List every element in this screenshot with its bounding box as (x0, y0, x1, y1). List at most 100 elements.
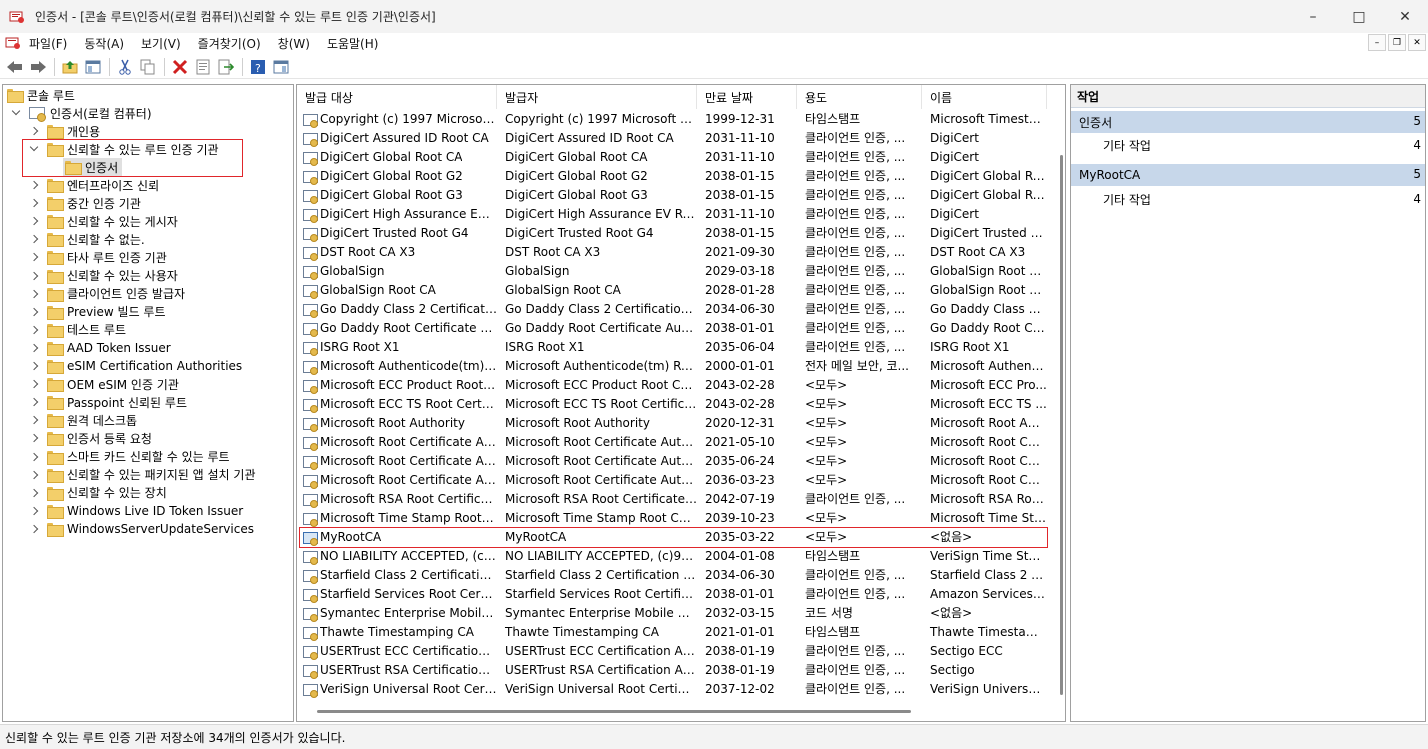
tree-node-store[interactable]: 스마트 카드 신뢰할 수 있는 루트 (29, 448, 230, 466)
tree-node-local-computer[interactable]: 인증서(로컬 컴퓨터) (11, 104, 152, 122)
show-hide-tree-button[interactable] (82, 57, 104, 77)
system-menu-icon[interactable] (5, 36, 21, 50)
mdi-close-button[interactable]: ✕ (1408, 34, 1426, 51)
column-header-expiration[interactable]: 만료 날짜 (697, 85, 797, 109)
certificate-row[interactable]: Thawte Timestamping CA Thawte Timestampin… (297, 623, 1047, 642)
minimize-button[interactable]: – (1290, 0, 1336, 33)
column-header-issued-by[interactable]: 발급자 (497, 85, 697, 109)
tree-node-store[interactable]: Passpoint 신뢰된 루트 (29, 393, 187, 411)
chevron-down-icon[interactable] (11, 108, 21, 118)
tree-node-store[interactable]: 엔터프라이즈 신뢰 (29, 176, 159, 194)
certificate-row[interactable]: DigiCert Global Root G2 DigiCert Global R… (297, 167, 1047, 186)
action-more-actions[interactable]: 기타 작업 4 (1071, 135, 1425, 155)
action-section-myrootca[interactable]: MyRootCA 5 (1071, 164, 1425, 186)
chevron-right-icon[interactable] (29, 252, 39, 262)
chevron-right-icon[interactable] (29, 452, 39, 462)
tree-node-store[interactable]: 중간 인증 기관 (29, 194, 141, 212)
certificate-row[interactable]: Microsoft ECC Product Root C... Microsoft… (297, 376, 1047, 395)
chevron-right-icon[interactable] (29, 325, 39, 335)
tree-node-store[interactable]: 클라이언트 인증 발급자 (29, 285, 185, 303)
chevron-right-icon[interactable] (29, 397, 39, 407)
column-header-purposes[interactable]: 용도 (797, 85, 922, 109)
certificate-row[interactable]: USERTrust RSA Certification A... USERTrus… (297, 661, 1047, 680)
chevron-right-icon[interactable] (29, 289, 39, 299)
tree-node-store[interactable]: OEM eSIM 인증 기관 (29, 375, 179, 393)
tree-node-store[interactable]: 신뢰할 수 있는 패키지된 앱 설치 기관 (29, 466, 256, 484)
tree-node-store[interactable]: 신뢰할 수 있는 게시자 (29, 212, 178, 230)
tree-node-store[interactable]: Windows Live ID Token Issuer (29, 502, 243, 520)
horizontal-scrollbar[interactable] (317, 710, 911, 713)
certificate-row[interactable]: GlobalSign GlobalSign 2029-03-18 클라이언트 인증, … (297, 262, 1047, 281)
certificate-row[interactable]: NO LIABILITY ACCEPTED, (c)9... NO LIABILI… (297, 547, 1047, 566)
help-button[interactable]: ? (247, 57, 269, 77)
certificate-row[interactable]: Microsoft Root Certificate Aut... Microso… (297, 471, 1047, 490)
copy-button[interactable] (137, 57, 159, 77)
tree-node-store[interactable]: 타사 루트 인증 기관 (29, 248, 167, 266)
show-hide-action-button[interactable] (270, 57, 292, 77)
tree-node-store[interactable]: AAD Token Issuer (29, 339, 171, 357)
chevron-right-icon[interactable] (29, 488, 39, 498)
mdi-minimize-button[interactable]: – (1368, 34, 1386, 51)
certificate-row[interactable]: Microsoft Time Stamp Root Ce... Microsoft… (297, 509, 1047, 528)
chevron-right-icon[interactable] (29, 126, 39, 136)
certificate-row[interactable]: Starfield Services Root Certific... Starf… (297, 585, 1047, 604)
chevron-right-icon[interactable] (29, 361, 39, 371)
certificate-row[interactable]: Go Daddy Root Certificate Aut... Go Daddy… (297, 319, 1047, 338)
up-folder-button[interactable] (59, 57, 81, 77)
tree-node-store[interactable]: 신뢰할 수 없는. (29, 230, 145, 248)
certificate-row[interactable]: DigiCert Assured ID Root CA DigiCert Assu… (297, 129, 1047, 148)
cut-button[interactable] (114, 57, 136, 77)
back-button[interactable] (4, 57, 26, 77)
tree-node-store[interactable]: 신뢰할 수 있는 장치 (29, 484, 167, 502)
chevron-right-icon[interactable] (29, 216, 39, 226)
tree-node-console-root[interactable]: 콘솔 루트 (7, 86, 75, 104)
export-button[interactable] (215, 57, 237, 77)
column-header-friendly-name[interactable]: 이름 (922, 85, 1047, 109)
chevron-right-icon[interactable] (29, 343, 39, 353)
menu-favorites[interactable]: 즐겨찾기(O) (198, 35, 261, 52)
chevron-right-icon[interactable] (29, 506, 39, 516)
certmgr-app-icon[interactable] (9, 10, 25, 24)
tree-node-store[interactable]: 테스트 루트 (29, 321, 126, 339)
tree-node-store[interactable]: WindowsServerUpdateServices (29, 520, 254, 538)
menu-view[interactable]: 보기(V) (141, 35, 181, 52)
menu-help[interactable]: 도움말(H) (327, 35, 379, 52)
certificate-row[interactable]: USERTrust ECC Certification A... USERTrus… (297, 642, 1047, 661)
certificate-row[interactable]: Microsoft Authenticode(tm) R... Microsoft… (297, 357, 1047, 376)
certificate-row[interactable]: Symantec Enterprise Mobile R... Symantec … (297, 604, 1047, 623)
close-button[interactable]: ✕ (1382, 0, 1428, 33)
menu-file[interactable]: 파일(F) (29, 35, 67, 52)
certificate-row[interactable]: Copyright (c) 1997 Microsoft ... Copyrigh… (297, 110, 1047, 129)
vertical-scrollbar[interactable] (1060, 155, 1063, 695)
chevron-right-icon[interactable] (29, 271, 39, 281)
collapse-arrow-icon[interactable]: 5 (1413, 114, 1421, 128)
tree-node-store[interactable]: 인증서 등록 요청 (29, 429, 152, 447)
maximize-button[interactable]: □ (1336, 0, 1382, 33)
certificate-row[interactable]: Microsoft Root Certificate Aut... Microso… (297, 433, 1047, 452)
certificate-row[interactable]: Microsoft ECC TS Root Certific... Microso… (297, 395, 1047, 414)
chevron-right-icon[interactable] (29, 415, 39, 425)
tree-node-store[interactable]: 원격 데스크톱 (29, 411, 137, 429)
action-more-actions[interactable]: 기타 작업 4 (1071, 189, 1425, 209)
forward-button[interactable] (27, 57, 49, 77)
certificate-row[interactable]: Microsoft Root Authority Microsoft Root A… (297, 414, 1047, 433)
chevron-right-icon[interactable] (29, 524, 39, 534)
certificate-row[interactable]: DigiCert Global Root G3 DigiCert Global R… (297, 186, 1047, 205)
properties-button[interactable] (192, 57, 214, 77)
chevron-right-icon[interactable] (29, 470, 39, 480)
certificate-row[interactable]: Starfield Class 2 Certification A... Star… (297, 566, 1047, 585)
mdi-restore-button[interactable]: ❐ (1388, 34, 1406, 51)
chevron-right-icon[interactable] (29, 198, 39, 208)
collapse-arrow-icon[interactable]: 5 (1413, 167, 1421, 181)
column-header-issued-to[interactable]: 발급 대상 ^ (297, 85, 497, 109)
tree-node-store[interactable]: eSIM Certification Authorities (29, 357, 242, 375)
chevron-right-icon[interactable] (29, 180, 39, 190)
certificate-row[interactable]: DigiCert High Assurance EV R... DigiCert … (297, 205, 1047, 224)
delete-button[interactable] (169, 57, 191, 77)
certificate-row[interactable]: DigiCert Trusted Root G4 DigiCert Trusted… (297, 224, 1047, 243)
tree-node-personal[interactable]: 개인용 (29, 122, 100, 140)
certificate-row[interactable]: DST Root CA X3 DST Root CA X3 2021-09-30 클라… (297, 243, 1047, 262)
chevron-right-icon[interactable] (29, 379, 39, 389)
tree-node-store[interactable]: 신뢰할 수 있는 사용자 (29, 267, 178, 285)
tree-node-store[interactable]: Preview 빌드 루트 (29, 303, 166, 321)
